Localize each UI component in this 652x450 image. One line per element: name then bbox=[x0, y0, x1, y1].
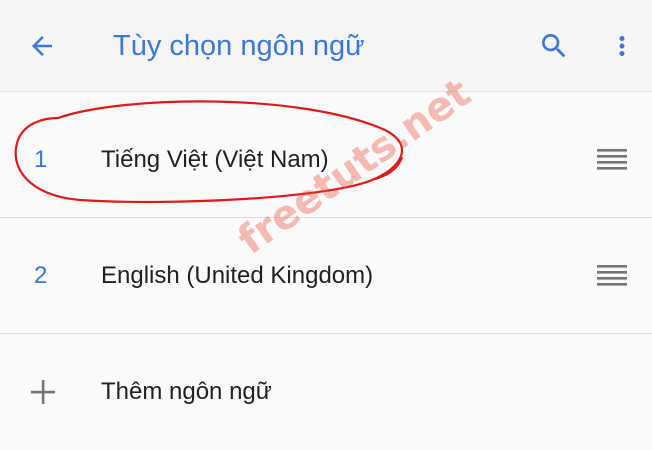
language-label: English (United Kingdom) bbox=[101, 261, 374, 289]
drag-handle-icon bbox=[597, 264, 627, 286]
add-language-label: Thêm ngôn ngữ bbox=[101, 378, 272, 405]
drag-handle-icon bbox=[597, 148, 627, 170]
language-item-vietnamese[interactable]: 1 Tiếng Việt (Việt Nam) bbox=[0, 102, 652, 218]
language-item-english[interactable]: 2 English (United Kingdom) bbox=[0, 218, 652, 334]
drag-handle[interactable] bbox=[590, 102, 634, 217]
add-language-button[interactable]: Thêm ngôn ngữ bbox=[0, 334, 652, 450]
page-title: Tùy chọn ngôn ngữ bbox=[113, 30, 365, 62]
language-index: 2 bbox=[34, 261, 48, 289]
more-options-button[interactable] bbox=[604, 24, 640, 68]
plus-icon bbox=[31, 380, 55, 404]
search-button[interactable] bbox=[532, 24, 576, 68]
more-vert-icon bbox=[619, 36, 625, 56]
arrow-back-icon bbox=[32, 36, 52, 56]
back-button[interactable] bbox=[20, 26, 64, 66]
language-label: Tiếng Việt (Việt Nam) bbox=[101, 145, 329, 173]
app-bar: Tùy chọn ngôn ngữ bbox=[0, 0, 652, 92]
plus-icon-wrap bbox=[26, 334, 60, 450]
language-index: 1 bbox=[34, 145, 48, 173]
search-icon bbox=[542, 34, 566, 58]
drag-handle[interactable] bbox=[590, 218, 634, 333]
